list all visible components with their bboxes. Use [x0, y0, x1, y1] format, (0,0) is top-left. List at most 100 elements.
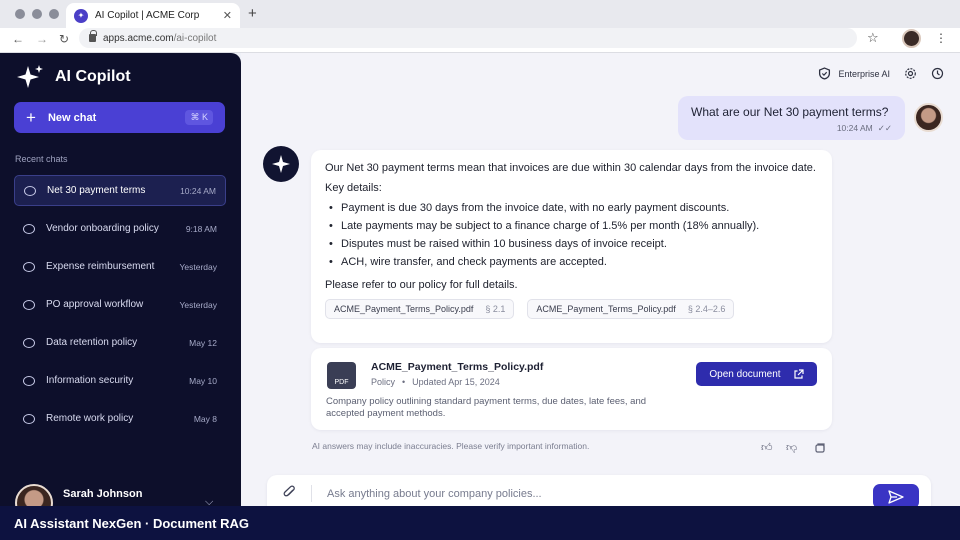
chat-title: Data retention policy: [46, 337, 138, 348]
chat-item[interactable]: PO approval workflow Yesterday: [14, 289, 226, 320]
chat-time: May 8: [193, 413, 217, 424]
chat-title: Expense reimbursement: [46, 261, 155, 272]
chat-item[interactable]: Vendor onboarding policy 9:18 AM: [14, 213, 226, 244]
list-item: ACH, wire transfer, and check payments a…: [325, 256, 818, 268]
copilot-favicon-icon: ✦: [74, 8, 88, 23]
window-controls[interactable]: [15, 9, 59, 19]
citation-chip[interactable]: ACME_Payment_Terms_Policy.pdf § 2.1: [325, 299, 515, 319]
citation-section: § 2.1: [485, 304, 506, 314]
top-toolbar: Enterprise AI: [818, 67, 944, 80]
caption-footer: AI Assistant NexGen · Document RAG: [0, 506, 960, 540]
meta-separator: •: [402, 377, 406, 387]
copy-icon[interactable]: [814, 442, 826, 454]
browser-tab-bar: ✦ AI Copilot | ACME Corp ✕ +: [0, 0, 960, 28]
brand: AI Copilot: [15, 64, 131, 90]
key-details-heading: Key details:: [325, 182, 382, 194]
chat-main: Enterprise AI What are our Net 30 paymen…: [241, 53, 960, 515]
chat-time: 9:18 AM: [185, 223, 217, 234]
message-time: 10:24 AM: [836, 123, 873, 133]
enterprise-ai-label: Enterprise AI: [838, 68, 890, 79]
list-item: Payment is due 30 days from the invoice …: [325, 202, 818, 214]
double-check-icon: ✓✓: [877, 123, 892, 133]
sparkle-logo-icon: [15, 64, 45, 90]
chat-time: May 10: [189, 375, 217, 386]
plus-icon: +: [26, 108, 36, 127]
source-document-card: PDF ACME_Payment_Terms_Policy.pdf Policy…: [311, 348, 832, 430]
document-name: ACME_Payment_Terms_Policy.pdf: [371, 361, 544, 373]
new-tab-icon[interactable]: +: [248, 5, 257, 22]
open-document-label: Open document: [709, 368, 781, 380]
chat-title: Net 30 payment terms: [47, 185, 146, 196]
key-details-list: Payment is due 30 days from the invoice …: [325, 202, 818, 268]
chat-item[interactable]: Information security May 10: [14, 365, 226, 396]
chat-time: May 12: [189, 337, 217, 348]
sparkle-icon: [272, 155, 290, 173]
chat-item[interactable]: Net 30 payment terms 10:24 AM: [14, 175, 226, 206]
user-name: Sarah Johnson: [63, 488, 143, 500]
history-clock-icon[interactable]: [931, 67, 944, 80]
paperclip-icon[interactable]: [282, 485, 298, 501]
browser-profile-avatar[interactable]: [902, 29, 921, 48]
citation-file: ACME_Payment_Terms_Policy.pdf: [334, 304, 474, 314]
chat-item[interactable]: Data retention policy May 12: [14, 327, 226, 358]
chat-title: Remote work policy: [46, 413, 134, 424]
document-meta: Policy • Updated Apr 15, 2024: [371, 377, 500, 387]
assistant-avatar: [263, 146, 299, 182]
url-host: apps.acme.com: [103, 32, 174, 44]
chat-bubble-icon: [24, 185, 36, 196]
chat-title: Information security: [46, 375, 134, 386]
recent-chat-list: Net 30 payment terms 10:24 AM Vendor onb…: [14, 175, 226, 441]
document-description: Company policy outlining standard paymen…: [326, 396, 647, 420]
new-chat-button[interactable]: + New chat ⌘ K: [14, 102, 225, 133]
chat-time: 10:24 AM: [180, 185, 216, 196]
external-link-icon: [793, 368, 804, 379]
open-document-button[interactable]: Open document: [696, 362, 817, 386]
citation-list: ACME_Payment_Terms_Policy.pdf § 2.1 ACME…: [325, 299, 818, 319]
citation-chip[interactable]: ACME_Payment_Terms_Policy.pdf § 2.4–2.6: [527, 299, 735, 319]
recent-chats-heading: Recent chats: [15, 154, 68, 164]
chat-bubble-icon: [23, 413, 35, 424]
send-icon: [888, 489, 904, 504]
user-question: What are our Net 30 payment terms?: [691, 105, 889, 119]
chat-item[interactable]: Remote work policy May 8: [14, 403, 226, 434]
forward-icon[interactable]: →: [36, 32, 48, 46]
chat-bubble-icon: [23, 223, 35, 234]
reload-icon[interactable]: ↻: [59, 32, 69, 46]
answer-outro: Please refer to our policy for full deta…: [325, 279, 518, 291]
browser-tab[interactable]: ✦ AI Copilot | ACME Corp ✕: [66, 3, 240, 28]
close-tab-icon[interactable]: ✕: [223, 9, 232, 22]
url-field[interactable]: apps.acme.com/ai-copilot: [79, 28, 857, 48]
assistant-answer: Our Net 30 payment terms mean that invoi…: [311, 150, 832, 343]
user-message-avatar: [914, 103, 943, 132]
pdf-file-icon: PDF: [327, 362, 356, 389]
tab-title: AI Copilot | ACME Corp: [95, 10, 200, 21]
citation-section: § 2.4–2.6: [687, 304, 726, 314]
document-type: Policy: [371, 377, 396, 387]
chat-bubble-icon: [23, 261, 35, 272]
composer-divider: [311, 485, 312, 502]
chat-input[interactable]: [327, 485, 847, 503]
new-chat-label: New chat: [47, 111, 97, 124]
thumbs-down-icon[interactable]: 👎︎: [786, 441, 797, 454]
chat-title: PO approval workflow: [46, 299, 144, 310]
gear-icon[interactable]: [904, 67, 917, 80]
back-icon[interactable]: ←: [12, 32, 24, 46]
chat-title: Vendor onboarding policy: [46, 223, 159, 234]
shield-icon: [819, 67, 831, 80]
url-path: /ai-copilot: [173, 32, 217, 44]
chat-item[interactable]: Expense reimbursement Yesterday: [14, 251, 226, 282]
lock-icon: [89, 30, 97, 42]
list-item: Late payments may be subject to a financ…: [325, 220, 818, 232]
document-updated: Updated Apr 15, 2024: [412, 377, 500, 387]
thumbs-up-icon[interactable]: 👍︎: [761, 441, 773, 454]
browser-menu-icon[interactable]: ⋮: [935, 31, 947, 45]
chat-bubble-icon: [23, 375, 35, 386]
answer-intro: Our Net 30 payment terms mean that invoi…: [325, 162, 816, 174]
user-message-bubble: What are our Net 30 payment terms? 10:24…: [678, 96, 905, 140]
chat-time: Yesterday: [179, 261, 218, 272]
shortcut-badge: ⌘ K: [185, 110, 213, 125]
address-bar-row: ← → ↻ apps.acme.com/ai-copilot ☆ ⋮: [0, 28, 960, 53]
bookmark-star-icon[interactable]: ☆: [867, 30, 879, 46]
ai-disclaimer: AI answers may include inaccuracies. Ple…: [312, 441, 590, 451]
chat-bubble-icon: [23, 337, 35, 348]
